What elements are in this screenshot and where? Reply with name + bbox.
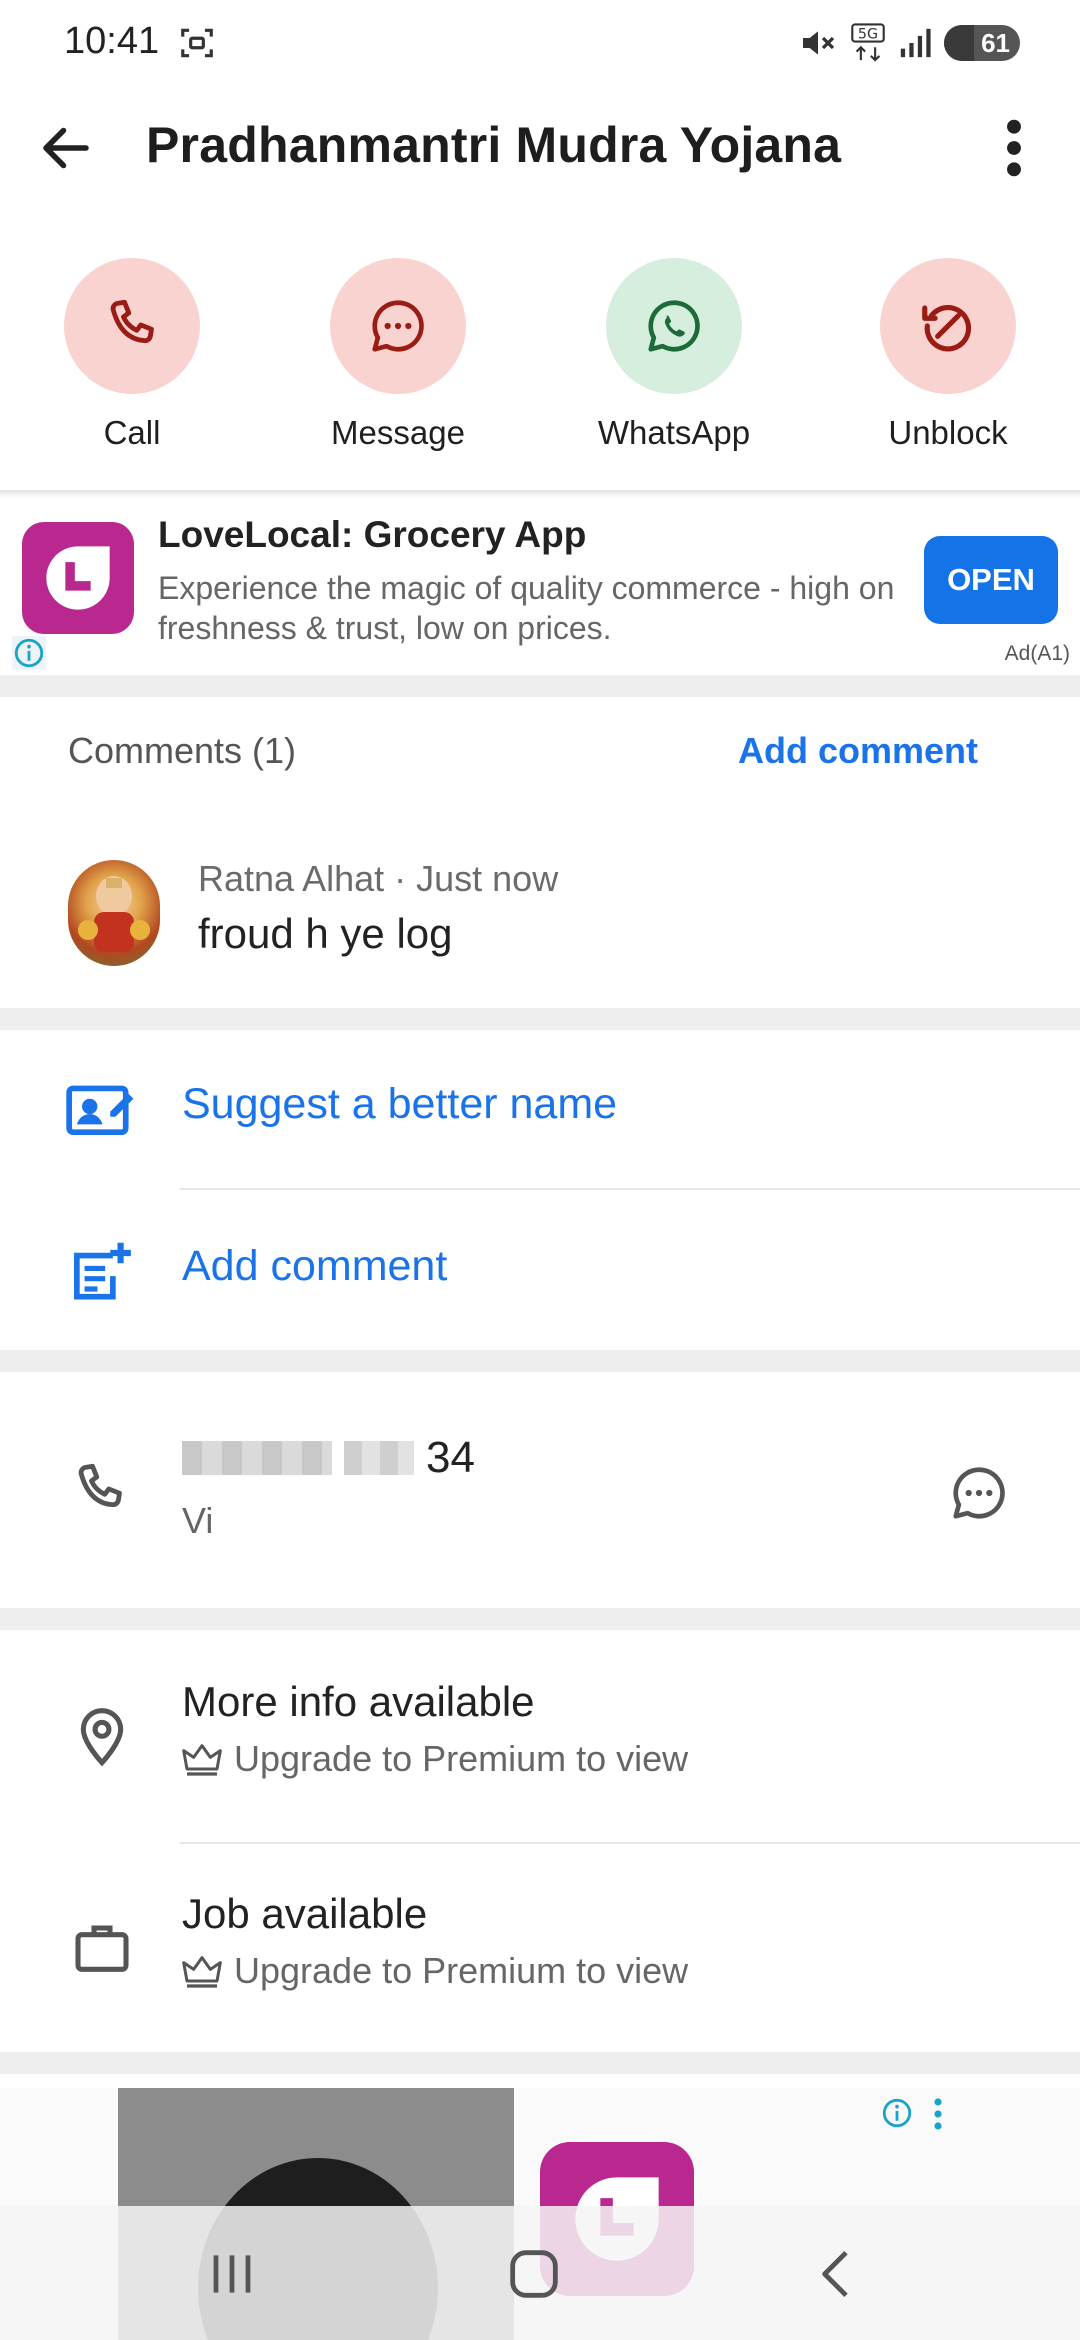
recent-apps-icon[interactable] bbox=[200, 2242, 264, 2306]
ad-info-icon[interactable] bbox=[880, 2096, 914, 2130]
call-circle[interactable] bbox=[64, 258, 200, 394]
row-divider bbox=[180, 1188, 1080, 1190]
status-time: 10:41 bbox=[64, 20, 160, 62]
ad-info-icon[interactable] bbox=[12, 636, 46, 670]
phone-number-tail: 34 bbox=[426, 1433, 475, 1482]
redacted-digits bbox=[182, 1441, 332, 1475]
job-row[interactable]: Job available Upgrade to Premium to view bbox=[0, 1872, 1080, 2022]
more-info-title: More info available bbox=[182, 1678, 535, 1725]
more-info-subtitle: Upgrade to Premium to view bbox=[182, 1738, 688, 1780]
ad-app-logo[interactable] bbox=[22, 522, 134, 634]
redacted-digits bbox=[344, 1441, 414, 1475]
section-separator bbox=[0, 1350, 1080, 1372]
add-comment-link[interactable]: Add comment bbox=[738, 730, 978, 772]
suggest-name-row[interactable]: Suggest a better name bbox=[0, 1048, 1080, 1168]
ad-banner[interactable]: LoveLocal: Grocery App Experience the ma… bbox=[0, 500, 1080, 675]
ad-description: Experience the magic of quality commerce… bbox=[158, 570, 895, 646]
svg-text:5G: 5G bbox=[858, 27, 878, 43]
phone-icon bbox=[78, 1463, 122, 1508]
signal-icon bbox=[900, 28, 931, 58]
location-pin-icon bbox=[80, 1708, 124, 1767]
job-subtitle: Upgrade to Premium to view bbox=[182, 1950, 688, 1992]
whatsapp-label: WhatsApp bbox=[597, 414, 751, 451]
briefcase-icon bbox=[75, 1925, 129, 1972]
add-note-icon bbox=[74, 1242, 131, 1300]
phone-icon bbox=[110, 299, 154, 344]
add-comment-label[interactable]: Add comment bbox=[182, 1242, 447, 1291]
more-info-row[interactable]: More info available Upgrade to Premium t… bbox=[0, 1660, 1080, 1810]
status-right: 5G 61 bbox=[798, 22, 1020, 64]
battery-indicator: 61 bbox=[944, 25, 1020, 61]
unblock-button[interactable]: Unblock bbox=[848, 258, 1048, 452]
phone-carrier: Vi bbox=[182, 1500, 214, 1541]
message-icon[interactable] bbox=[948, 1462, 1010, 1524]
comments-header: Comments (1) bbox=[68, 730, 297, 771]
phone-number[interactable]: 34 bbox=[182, 1432, 475, 1484]
ad-open-button[interactable]: OPEN bbox=[924, 536, 1058, 624]
row-divider bbox=[180, 1842, 1080, 1844]
whatsapp-icon bbox=[648, 300, 700, 352]
section-separator bbox=[0, 1608, 1080, 1630]
system-nav-bar bbox=[0, 2206, 1080, 2340]
call-button[interactable]: Call bbox=[32, 258, 232, 452]
comment-text: froud h ye log bbox=[198, 910, 453, 957]
whatsapp-button[interactable]: WhatsApp bbox=[574, 258, 774, 452]
crown-icon bbox=[182, 1744, 222, 1776]
crown-icon bbox=[182, 1956, 222, 1988]
contact-actions: Call Message WhatsApp Unblock bbox=[0, 258, 1080, 451]
ad-app-name[interactable]: LoveLocal: Grocery App bbox=[158, 514, 586, 556]
back-arrow-icon[interactable] bbox=[36, 118, 96, 178]
avatar[interactable] bbox=[68, 860, 160, 966]
edit-contact-icon bbox=[66, 1085, 134, 1135]
divider-shadow bbox=[0, 490, 1080, 498]
status-bar: 10:41 5G 61 bbox=[0, 0, 1080, 86]
unblock-icon bbox=[922, 304, 972, 352]
job-title: Job available bbox=[182, 1890, 428, 1937]
unblock-circle[interactable] bbox=[880, 258, 1016, 394]
unblock-label: Unblock bbox=[888, 414, 1008, 451]
lovelocal-logo-icon bbox=[46, 546, 110, 610]
call-label: Call bbox=[103, 414, 161, 451]
ad-tag: Ad(A1) bbox=[1004, 642, 1070, 665]
network-5g-icon: 5G bbox=[851, 23, 885, 62]
premium-upgrade-text: Upgrade to Premium to view bbox=[234, 1950, 689, 1991]
nav-back-icon[interactable] bbox=[806, 2242, 870, 2306]
add-comment-row[interactable]: Add comment bbox=[0, 1210, 1080, 1330]
ad-more-icon[interactable] bbox=[932, 2096, 944, 2132]
section-separator bbox=[0, 675, 1080, 697]
more-vert-icon[interactable] bbox=[994, 116, 1034, 180]
whatsapp-circle[interactable] bbox=[606, 258, 742, 394]
screenshot-icon bbox=[181, 28, 213, 58]
suggest-name-label[interactable]: Suggest a better name bbox=[182, 1080, 617, 1129]
page-title: Pradhanmantri Mudra Yojana bbox=[146, 117, 842, 173]
app-bar: Pradhanmantri Mudra Yojana bbox=[0, 100, 1080, 196]
battery-level: 61 bbox=[981, 27, 1010, 58]
premium-upgrade-text: Upgrade to Premium to view bbox=[234, 1738, 689, 1779]
message-circle[interactable] bbox=[330, 258, 466, 394]
home-icon[interactable] bbox=[502, 2242, 566, 2306]
chat-bubble-icon bbox=[372, 300, 424, 352]
message-label: Message bbox=[331, 414, 465, 451]
section-separator bbox=[0, 1008, 1080, 1030]
mute-icon bbox=[803, 31, 835, 55]
avatar-image bbox=[78, 876, 150, 952]
section-separator bbox=[0, 2052, 1080, 2074]
comment-author-time: Ratna Alhat · Just now bbox=[198, 858, 559, 899]
message-button[interactable]: Message bbox=[298, 258, 498, 452]
